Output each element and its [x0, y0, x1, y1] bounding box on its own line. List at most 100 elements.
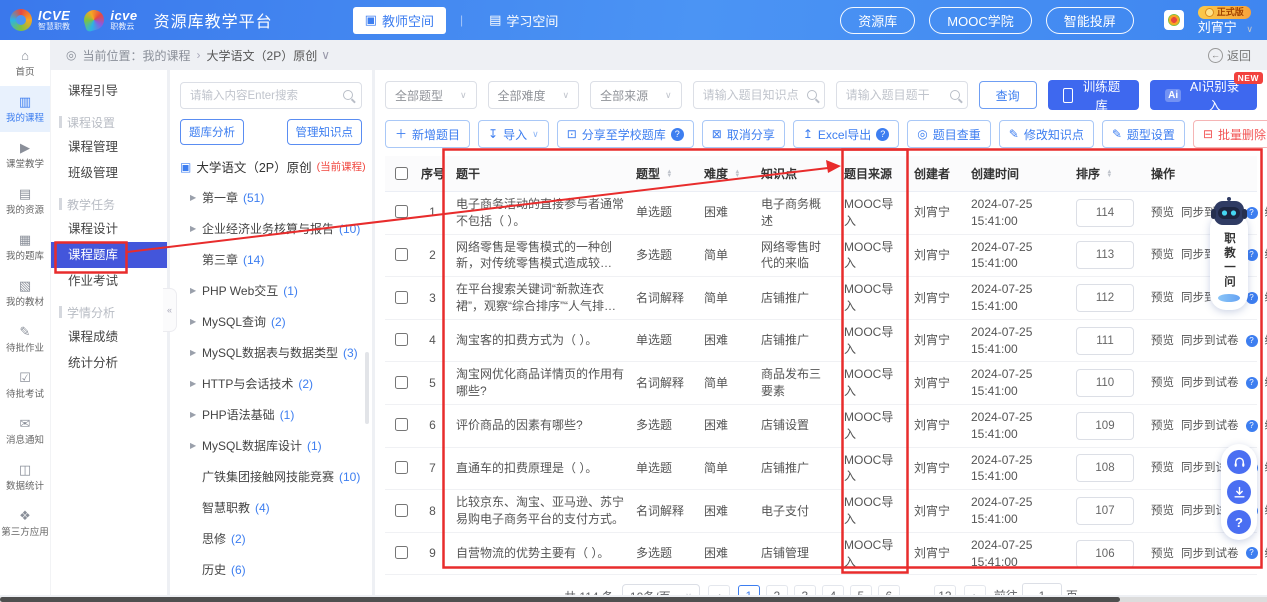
preview-link[interactable]: 预览 — [1151, 377, 1174, 389]
sort-order-input[interactable] — [1076, 199, 1134, 227]
expand-arrow-icon[interactable]: ▶ — [190, 193, 197, 202]
question-stem[interactable]: 网络零售是零售模式的一种创新，对传统零售模式造成较大的冲击，因为具有那... — [456, 239, 624, 273]
goto-page-input[interactable] — [1022, 583, 1062, 595]
toolbar-button[interactable]: ＋ 新增题目 — [385, 120, 470, 148]
toolbar-button[interactable]: ↥ Excel导出 ? — [793, 120, 899, 148]
rail-item[interactable]: ▥ 我的课程 — [0, 86, 50, 132]
rail-item[interactable]: ☑ 待批考试 — [0, 362, 50, 408]
training-bank-button[interactable]: 训练题库 — [1048, 80, 1139, 110]
app-icon[interactable] — [1164, 10, 1184, 30]
page-number-button[interactable]: 4 — [822, 585, 844, 595]
tree-node[interactable]: ▶ 广铁集团接触网技能竞赛 (10) — [180, 461, 362, 492]
source-select[interactable]: 全部来源∨ — [590, 81, 682, 109]
header-quick-link[interactable]: MOOC学院 — [929, 7, 1031, 34]
username[interactable]: 刘宵宁 ∨ — [1198, 21, 1253, 34]
tree-node[interactable]: ▶ MySQL查询 (2) — [180, 306, 362, 337]
tree-node[interactable]: ▶ 第三章 (14) — [180, 244, 362, 275]
prev-page-button[interactable]: ‹ — [708, 585, 730, 595]
sort-order-input[interactable] — [1076, 241, 1134, 269]
page-number-button[interactable]: 6 — [878, 585, 900, 595]
back-link[interactable]: ← 返回 — [1208, 47, 1251, 64]
page-ellipsis[interactable]: ... — [906, 585, 928, 595]
tree-node[interactable]: ▶ PHP语法基础 (1) — [180, 399, 362, 430]
preview-link[interactable]: 预览 — [1151, 462, 1174, 474]
help-circle-icon[interactable]: ? — [1246, 420, 1258, 432]
rail-item[interactable]: ⌂ 首页 — [0, 40, 50, 86]
column-header[interactable]: 题干 — [450, 156, 630, 192]
bank-analysis-button[interactable]: 题库分析 — [180, 119, 244, 145]
page-number-button[interactable]: 5 — [850, 585, 872, 595]
help-circle-icon[interactable]: ? — [876, 128, 889, 141]
sort-order-input[interactable] — [1076, 369, 1134, 397]
toolbar-button[interactable]: ✎ 修改知识点 — [999, 120, 1094, 148]
help-circle-icon[interactable]: ? — [1246, 547, 1258, 559]
course-menu-item[interactable]: 统计分析 — [51, 350, 167, 376]
help-circle-icon[interactable]: ? — [671, 128, 684, 141]
breadcrumb-root[interactable]: 我的课程 — [143, 47, 191, 64]
sort-order-input[interactable] — [1076, 454, 1134, 482]
tree-node[interactable]: ▶ 第一章 (51) — [180, 182, 362, 213]
course-menu-item[interactable]: 班级管理 — [51, 160, 167, 186]
sort-order-input[interactable] — [1076, 540, 1134, 568]
tree-node[interactable]: ▶ 智慧职教 (4) — [180, 492, 362, 523]
preview-link[interactable]: 预览 — [1151, 335, 1174, 347]
customer-service-icon[interactable] — [1227, 450, 1251, 474]
column-header[interactable]: 知识点 — [755, 156, 838, 192]
toolbar-button[interactable]: ◎ 题目查重 — [907, 120, 991, 148]
header-quick-link[interactable]: 资源库 — [840, 7, 915, 34]
toolbar-button[interactable]: ⊟ 批量删除 — [1193, 120, 1267, 148]
rail-item[interactable]: ▤ 我的资源 — [0, 178, 50, 224]
toolbar-button[interactable]: ↧ 导入 ∨ — [478, 120, 549, 148]
rail-item[interactable]: ✉ 消息通知 — [0, 408, 50, 454]
preview-link[interactable]: 预览 — [1151, 548, 1174, 560]
column-header[interactable]: 题型 ▲▼ — [630, 156, 698, 192]
stem-search-input[interactable] — [836, 81, 968, 109]
horizontal-scrollbar-thumb[interactable] — [0, 597, 1120, 602]
sort-order-input[interactable] — [1076, 327, 1134, 355]
row-checkbox[interactable] — [395, 461, 408, 474]
download-icon[interactable] — [1227, 480, 1251, 504]
select-all-checkbox[interactable] — [395, 167, 408, 180]
collapse-handle[interactable]: « — [163, 288, 177, 332]
space-nav-item[interactable]: ▣ 教师空间 — [353, 7, 446, 34]
breadcrumb-current[interactable]: 大学语文（2P）原创 — [207, 47, 318, 64]
tree-node[interactable]: ▶ MySQL数据表与数据类型 (3) — [180, 337, 362, 368]
question-stem[interactable]: 评价商品的因素有哪些? — [456, 417, 624, 434]
tree-node[interactable]: ▶ HTTP与会话技术 (2) — [180, 368, 362, 399]
toolbar-button[interactable]: ⊡ 分享至学校题库 ? — [557, 120, 694, 148]
page-size-select[interactable]: 10条/页∨ — [622, 584, 700, 595]
course-menu-item[interactable]: 课程管理 — [51, 134, 167, 160]
course-menu-item[interactable]: 课程题库 — [51, 242, 167, 268]
row-checkbox[interactable] — [395, 418, 408, 431]
question-stem[interactable]: 淘宝网优化商品详情页的作用有哪些? — [456, 366, 624, 400]
tree-node[interactable]: ▶ MySQL数据库设计 (1) — [180, 430, 362, 461]
tree-course-row[interactable]: ▣ 大学语文（2P）原创 (当前课程) — [180, 157, 362, 176]
column-header[interactable]: 创建者 — [908, 156, 965, 192]
user-box[interactable]: 正式版 刘宵宁 ∨ — [1198, 6, 1253, 34]
row-checkbox[interactable] — [395, 376, 408, 389]
preview-link[interactable]: 预览 — [1151, 207, 1174, 219]
sort-carets-icon[interactable]: ▲▼ — [1106, 171, 1112, 178]
preview-link[interactable]: 预览 — [1151, 420, 1174, 432]
page-number-button[interactable]: 1 — [738, 585, 760, 595]
question-type-select[interactable]: 全部题型∨ — [385, 81, 477, 109]
tree-node[interactable]: ▶ 历史 (6) — [180, 554, 362, 585]
space-nav-item[interactable]: ▤ 学习空间 — [477, 7, 570, 34]
expand-arrow-icon[interactable]: ▶ — [190, 317, 197, 326]
expand-arrow-icon[interactable]: ▶ — [190, 224, 197, 233]
rail-item[interactable]: ❖ 第三方应用 — [0, 500, 50, 546]
rail-item[interactable]: ▶ 课堂教学 — [0, 132, 50, 178]
page-number-button[interactable]: 12 — [934, 585, 956, 595]
tree-node[interactable]: ▶ 企业经济业务核算与报告 (10) — [180, 213, 362, 244]
sort-order-input[interactable] — [1076, 497, 1134, 525]
question-stem[interactable]: 直通车的扣费原理是（ ）。 — [456, 460, 624, 477]
question-stem[interactable]: 自营物流的优势主要有（ ）。 — [456, 545, 624, 562]
course-menu-item[interactable]: 课程成绩 — [51, 324, 167, 350]
chevron-down-icon[interactable]: ∨ — [321, 48, 330, 62]
course-menu-item[interactable]: 作业考试 — [51, 268, 167, 294]
row-checkbox[interactable] — [395, 333, 408, 346]
course-menu-item[interactable]: 课程引导 — [51, 78, 167, 104]
help-circle-icon[interactable]: ? — [1246, 335, 1258, 347]
ai-recognition-button[interactable]: Ai AI识别录入 NEW — [1150, 80, 1257, 110]
preview-link[interactable]: 预览 — [1151, 505, 1174, 517]
